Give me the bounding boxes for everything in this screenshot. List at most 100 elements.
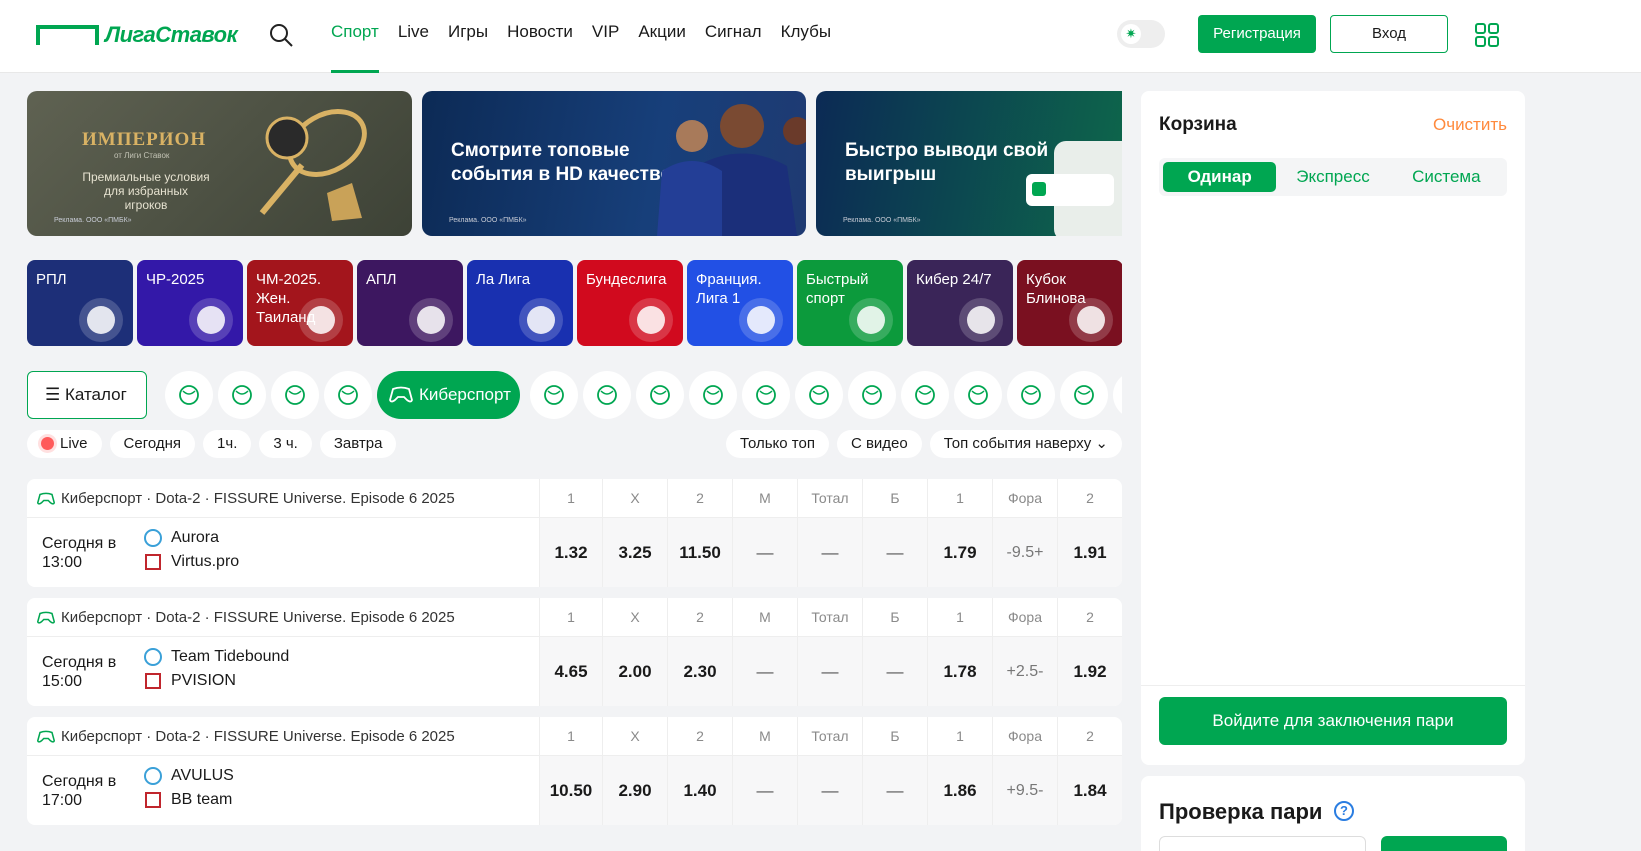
nav-sport[interactable]: Спорт bbox=[331, 0, 379, 73]
sport-american-football[interactable] bbox=[1060, 371, 1108, 419]
event-teams[interactable]: Aurora Virtus.pro bbox=[143, 526, 239, 574]
league-card[interactable]: Быстрый спорт bbox=[797, 260, 903, 346]
odds-value[interactable]: 3.25 bbox=[603, 518, 667, 587]
sport-chess[interactable] bbox=[530, 371, 578, 419]
search-icon[interactable] bbox=[268, 22, 294, 48]
team-home: Aurora bbox=[143, 526, 239, 550]
theme-toggle[interactable]: ✷ bbox=[1117, 20, 1165, 48]
login-button[interactable]: Вход bbox=[1330, 15, 1448, 53]
logo[interactable]: ЛигаСтавок bbox=[36, 22, 238, 48]
odds-value[interactable]: +2.5- bbox=[993, 637, 1057, 706]
odds-value[interactable]: — bbox=[863, 637, 927, 706]
odds-value[interactable]: 1.32 bbox=[540, 518, 602, 587]
sport-basketball-3x3[interactable] bbox=[954, 371, 1002, 419]
bet-slip-title: Корзина bbox=[1159, 114, 1237, 135]
baseball-icon bbox=[809, 385, 829, 405]
odds-value[interactable]: 10.50 bbox=[540, 756, 602, 825]
filter-today[interactable]: Сегодня bbox=[109, 430, 196, 458]
filter-3h[interactable]: 3 ч. bbox=[259, 430, 312, 458]
sport-football-us[interactable] bbox=[848, 371, 896, 419]
filter-tomorrow[interactable]: Завтра bbox=[319, 430, 397, 458]
odds-value[interactable]: 1.92 bbox=[1058, 637, 1122, 706]
sport-basketball[interactable] bbox=[583, 371, 631, 419]
odds-header: Фора bbox=[1007, 490, 1042, 506]
league-card[interactable]: АПЛ bbox=[357, 260, 463, 346]
filter-with-video[interactable]: С видео bbox=[836, 430, 922, 458]
clear-button[interactable]: Очистить bbox=[1433, 115, 1507, 135]
odds-value[interactable]: 11.50 bbox=[668, 518, 732, 587]
event-league[interactable]: Киберспорт · Dota-2 · FISSURE Universe. … bbox=[37, 609, 455, 626]
help-icon[interactable]: ? bbox=[1334, 801, 1354, 821]
nav-games[interactable]: Игры bbox=[448, 0, 488, 73]
odds-value[interactable]: — bbox=[863, 756, 927, 825]
odds-value[interactable]: — bbox=[798, 637, 862, 706]
sort-dropdown[interactable]: Топ события наверху ⌄ bbox=[929, 430, 1122, 458]
odds-value[interactable]: 2.30 bbox=[668, 637, 732, 706]
odds-value[interactable]: — bbox=[733, 637, 797, 706]
event-league[interactable]: Киберспорт · Dota-2 · FISSURE Universe. … bbox=[37, 490, 455, 507]
login-to-bet-button[interactable]: Войдите для заключения пари bbox=[1159, 697, 1507, 745]
odds-value[interactable]: — bbox=[798, 518, 862, 587]
league-card[interactable]: Бундеслига bbox=[577, 260, 683, 346]
odds-value[interactable]: 1.79 bbox=[928, 518, 992, 587]
page-scrollbar[interactable] bbox=[1630, 73, 1641, 851]
event-teams[interactable]: AVULUS BB team bbox=[143, 764, 234, 812]
nav-promos[interactable]: Акции bbox=[638, 0, 686, 73]
event-league[interactable]: Киберспорт · Dota-2 · FISSURE Universe. … bbox=[37, 728, 455, 745]
odds-value[interactable]: 1.91 bbox=[1058, 518, 1122, 587]
nav-live[interactable]: Live bbox=[398, 0, 429, 73]
sport-table-tennis[interactable] bbox=[324, 371, 372, 419]
league-card[interactable]: РПЛ bbox=[27, 260, 133, 346]
tab-express[interactable]: Экспресс bbox=[1276, 162, 1389, 192]
catalog-button[interactable]: ☰ Каталог bbox=[27, 371, 147, 419]
sport-hockey[interactable] bbox=[271, 371, 319, 419]
odds-value[interactable]: 1.86 bbox=[928, 756, 992, 825]
bet-check-button[interactable] bbox=[1381, 836, 1507, 851]
odds-value[interactable]: — bbox=[733, 518, 797, 587]
odds-value[interactable]: 1.40 bbox=[668, 756, 732, 825]
banner-hd-streams[interactable]: Смотрите топовые события в HD качестве Р… bbox=[422, 91, 806, 236]
apps-grid-icon[interactable] bbox=[1475, 23, 1499, 47]
filter-1h[interactable]: 1ч. bbox=[203, 430, 252, 458]
odds-value[interactable]: — bbox=[733, 756, 797, 825]
sport-soccer[interactable] bbox=[165, 371, 213, 419]
banner-fast-withdraw[interactable]: Быстро выводи свой выигрыш Реклама. ООО … bbox=[816, 91, 1122, 236]
sport-esports[interactable]: Киберспорт bbox=[377, 371, 520, 419]
nav-vip[interactable]: VIP bbox=[592, 0, 619, 73]
odds-value[interactable]: 1.78 bbox=[928, 637, 992, 706]
register-button[interactable]: Регистрация bbox=[1198, 15, 1316, 53]
bet-check-input[interactable] bbox=[1159, 836, 1366, 851]
league-card[interactable]: ЧМ-2025. Жен. Таиланд bbox=[247, 260, 353, 346]
league-card[interactable]: ЧР-2025 bbox=[137, 260, 243, 346]
odds-value[interactable]: 2.00 bbox=[603, 637, 667, 706]
nav-news[interactable]: Новости bbox=[507, 0, 573, 73]
odds-value[interactable]: -9.5+ bbox=[993, 518, 1057, 587]
nav-clubs[interactable]: Клубы bbox=[781, 0, 831, 73]
tab-single[interactable]: Одинар bbox=[1163, 162, 1277, 192]
sport-baseball[interactable] bbox=[795, 371, 843, 419]
league-card[interactable]: Кибер 24/7 bbox=[907, 260, 1013, 346]
sport-tennis[interactable] bbox=[218, 371, 266, 419]
filter-live[interactable]: Live bbox=[27, 430, 102, 458]
sport-volleyball[interactable] bbox=[636, 371, 684, 419]
league-card[interactable]: Ла Лига bbox=[467, 260, 573, 346]
odds-value[interactable]: — bbox=[863, 518, 927, 587]
odds-value[interactable]: 2.90 bbox=[603, 756, 667, 825]
odds-value[interactable]: — bbox=[798, 756, 862, 825]
league-card[interactable]: Франция. Лига 1 bbox=[687, 260, 793, 346]
filter-top-only[interactable]: Только топ bbox=[725, 430, 829, 458]
league-card[interactable]: Кубок Блинова bbox=[1017, 260, 1122, 346]
nav-signal[interactable]: Сигнал bbox=[705, 0, 762, 73]
odds-value[interactable]: +9.5- bbox=[993, 756, 1057, 825]
event-teams[interactable]: Team Tidebound PVISION bbox=[143, 645, 289, 693]
sport-more[interactable] bbox=[1113, 371, 1122, 419]
odds-columns: 1 4.65 X 2.00 2 2.30 М — Тотал — Б —1 1.78 Фора +2.5- 2… bbox=[539, 598, 1122, 706]
odds-value[interactable]: 4.65 bbox=[540, 637, 602, 706]
odds-value[interactable]: 1.84 bbox=[1058, 756, 1122, 825]
tab-system[interactable]: Система bbox=[1390, 162, 1503, 192]
sport-rugby[interactable] bbox=[1007, 371, 1055, 419]
sport-racing[interactable] bbox=[901, 371, 949, 419]
sport-mma[interactable] bbox=[689, 371, 737, 419]
sport-boxing[interactable] bbox=[742, 371, 790, 419]
banner-imperion[interactable]: ИМПЕРИОН от Лиги Ставок Премиальные усло… bbox=[27, 91, 412, 236]
